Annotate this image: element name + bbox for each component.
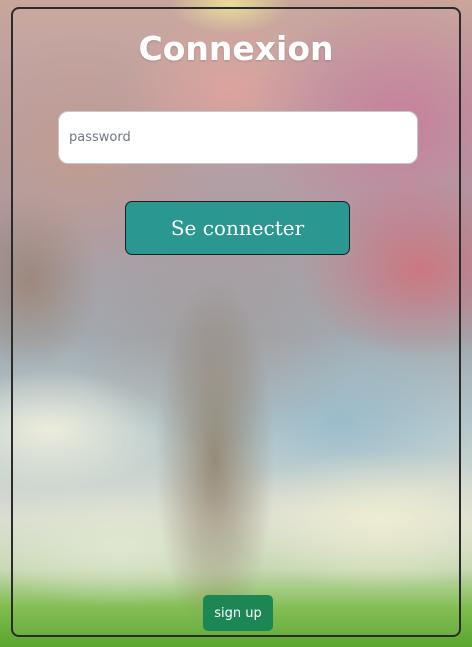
page-title: Connexion — [138, 29, 334, 68]
password-field[interactable] — [58, 111, 418, 164]
login-card: Connexion Se connecter sign up — [11, 7, 461, 637]
login-button[interactable]: Se connecter — [125, 201, 350, 255]
signup-button[interactable]: sign up — [203, 595, 273, 631]
